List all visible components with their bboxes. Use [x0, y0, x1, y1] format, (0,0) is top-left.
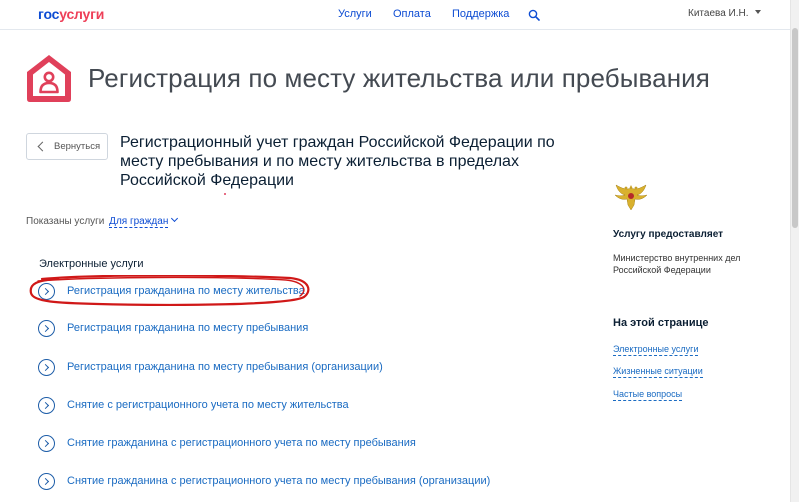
- on-this-page-heading: На этой странице: [613, 317, 709, 329]
- filter-label: Показаны услуги: [26, 216, 105, 227]
- services-filter: Показаны услуги Для граждан: [26, 214, 179, 228]
- service-link[interactable]: Регистрация гражданина по месту пребыван…: [38, 318, 308, 338]
- page-scrollbar[interactable]: [790, 0, 799, 502]
- anchor-link-electronic-services[interactable]: Электронные услуги: [613, 344, 699, 356]
- chevron-right-circle-icon: [38, 434, 55, 452]
- top-header: госуслуги Услуги Оплата Поддержка Китаев…: [0, 0, 790, 30]
- back-button-label: Вернуться: [54, 141, 101, 152]
- service-title: Регистрационный учет граждан Российской …: [120, 134, 555, 189]
- user-name: Китаева И.Н.: [688, 8, 749, 19]
- scrollbar-thumb[interactable]: [792, 28, 798, 228]
- logo-part-gos: гос: [38, 6, 60, 22]
- service-link[interactable]: Снятие гражданина с регистрационного уче…: [38, 471, 490, 491]
- service-link-label[interactable]: Регистрация гражданина по месту пребыван…: [67, 360, 383, 374]
- chevron-right-circle-icon: [38, 282, 55, 300]
- electronic-services-heading: Электронные услуги: [39, 258, 144, 270]
- service-link-label[interactable]: Снятие гражданина с регистрационного уче…: [67, 436, 416, 450]
- service-link-label[interactable]: Регистрация гражданина по месту жительст…: [67, 284, 305, 298]
- nav-services[interactable]: Услуги: [338, 8, 372, 21]
- house-person-icon: [27, 55, 71, 102]
- chevron-right-circle-icon: [38, 396, 55, 414]
- user-menu[interactable]: Китаева И.Н.: [688, 8, 761, 20]
- back-button[interactable]: Вернуться: [26, 133, 108, 160]
- anchor-link-life-situations[interactable]: Жизненные ситуации: [613, 366, 703, 378]
- gosuslugi-logo[interactable]: госуслуги: [38, 6, 104, 22]
- search-icon[interactable]: [528, 9, 540, 21]
- nav-payment[interactable]: Оплата: [393, 8, 431, 21]
- filter-select[interactable]: Для граждан: [109, 216, 169, 228]
- service-link-label[interactable]: Регистрация гражданина по месту пребыван…: [67, 321, 308, 335]
- service-link[interactable]: Снятие гражданина с регистрационного уче…: [38, 433, 416, 453]
- logo-part-uslugi: услуги: [59, 6, 105, 22]
- provider-heading: Услугу предоставляет: [613, 229, 724, 240]
- chevron-right-circle-icon: [38, 472, 55, 490]
- service-link[interactable]: Регистрация гражданина по месту пребыван…: [38, 357, 383, 377]
- chevron-right-circle-icon: [38, 358, 55, 376]
- provider-name: Министерство внутренних дел Российской Ф…: [613, 253, 741, 275]
- service-link-label[interactable]: Снятие гражданина с регистрационного уче…: [67, 474, 490, 488]
- nav-support[interactable]: Поддержка: [452, 8, 509, 21]
- chevron-right-circle-icon: [38, 319, 55, 337]
- stray-dot: [224, 193, 226, 195]
- double-headed-eagle-emblem-icon: [614, 184, 648, 211]
- chevron-left-icon: [37, 141, 48, 152]
- service-link[interactable]: Снятие с регистрационного учета по месту…: [38, 395, 349, 415]
- anchor-link-faq[interactable]: Частые вопросы: [613, 389, 683, 401]
- chevron-down-icon[interactable]: [171, 214, 179, 223]
- page-title: Регистрация по месту жительства или преб…: [88, 63, 710, 93]
- service-link-label[interactable]: Снятие с регистрационного учета по месту…: [67, 398, 349, 412]
- service-link[interactable]: Регистрация гражданина по месту жительст…: [38, 281, 305, 301]
- chevron-down-icon: [754, 10, 761, 14]
